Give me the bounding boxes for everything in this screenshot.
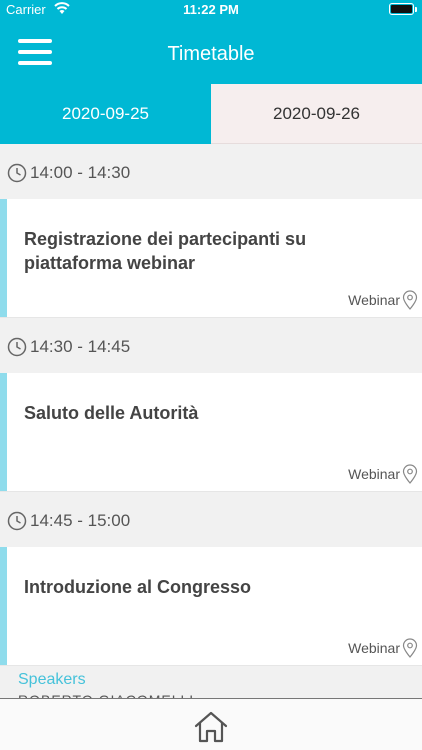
page-title: Timetable	[167, 43, 255, 65]
clock-icon	[7, 337, 27, 357]
event-accent-bar	[0, 547, 7, 665]
clock-icon	[7, 511, 27, 531]
slot-header: 14:30 - 14:45	[0, 318, 422, 373]
event-title: Introduzione al Congresso	[24, 577, 252, 597]
battery-icon	[389, 3, 417, 15]
event-card[interactable]: Saluto delle Autorità Webinar	[0, 373, 422, 492]
event-location: Webinar	[348, 640, 400, 656]
event-location: Webinar	[348, 466, 400, 482]
tab-date-2[interactable]: 2020-09-26	[211, 84, 422, 144]
event-title: Registrazione dei partecipanti su piatta…	[24, 229, 307, 273]
slot-header: 14:00 - 14:30	[0, 144, 422, 199]
date-tabs: 2020-09-25 2020-09-26	[0, 84, 422, 144]
clock-icon	[7, 163, 27, 183]
bottom-tab-bar	[0, 698, 422, 750]
clock-time: 11:22 PM	[183, 2, 239, 17]
nav-bar: Timetable	[0, 20, 422, 84]
speakers-label: Speakers	[18, 671, 86, 688]
event-accent-bar	[0, 373, 7, 491]
slot-header: 14:45 - 15:00	[0, 492, 422, 547]
timetable-list[interactable]: 14:00 - 14:30 Registrazione dei partecip…	[0, 144, 422, 700]
map-pin-icon	[402, 464, 418, 484]
event-card[interactable]: Introduzione al Congresso Webinar	[0, 547, 422, 666]
slot-time: 14:00 - 14:30	[30, 163, 131, 182]
slot-time: 14:30 - 14:45	[30, 337, 131, 356]
home-icon[interactable]	[193, 709, 229, 745]
event-location: Webinar	[348, 292, 400, 308]
event-title: Saluto delle Autorità	[24, 403, 199, 423]
tab-date-1[interactable]: 2020-09-25	[0, 84, 211, 144]
map-pin-icon	[402, 290, 418, 310]
map-pin-icon	[402, 638, 418, 658]
status-bar: Carrier 11:22 PM	[0, 0, 422, 20]
event-card[interactable]: Registrazione dei partecipanti su piatta…	[0, 199, 422, 318]
event-accent-bar	[0, 199, 7, 317]
slot-time: 14:45 - 15:00	[30, 511, 131, 530]
